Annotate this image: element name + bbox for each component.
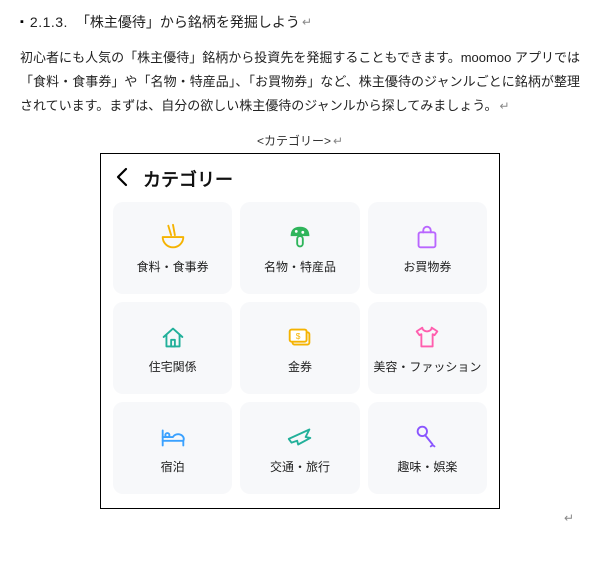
section-heading: ▪ 2.1.3. 「株主優待」から銘柄を発掘しよう ↵: [20, 12, 580, 32]
tshirt-icon: [412, 322, 442, 352]
back-icon[interactable]: [115, 167, 129, 191]
cash-voucher-icon: $: [285, 322, 315, 352]
trailing-return-mark: ↵: [20, 511, 580, 525]
document-page: ▪ 2.1.3. 「株主優待」から銘柄を発掘しよう ↵ 初心者にも人気の「株主優…: [0, 0, 600, 549]
screenshot-header: カテゴリー: [101, 154, 499, 200]
microphone-icon: [412, 422, 442, 452]
category-grid: 食料・食事券 名物・特産品 お買物券住宅関係 $ 金券 美容・ファッション宿泊 交通・旅行 趣…: [101, 200, 499, 508]
screenshot-wrapper: カテゴリー 食料・食事券 名物・特産品 お買物券住宅関係 $ 金券 美容・ファッション宿泊…: [20, 153, 580, 509]
section-title: 「株主優待」から銘柄を発掘しよう: [76, 12, 300, 32]
category-tile-food[interactable]: 食料・食事券: [113, 202, 232, 294]
category-tile-housing[interactable]: 住宅関係: [113, 302, 232, 394]
svg-text:$: $: [296, 331, 301, 341]
category-tile-travel[interactable]: 交通・旅行: [240, 402, 359, 494]
category-label: 宿泊: [161, 460, 185, 475]
paragraph-text: 初心者にも人気の「株主優待」銘柄から投資先を発掘することもできます。moomoo…: [20, 50, 580, 113]
body-paragraph: 初心者にも人気の「株主優待」銘柄から投資先を発掘することもできます。moomoo…: [20, 46, 580, 118]
category-label: 交通・旅行: [270, 460, 330, 475]
category-tile-beauty[interactable]: 美容・ファッション: [368, 302, 487, 394]
airplane-icon: [285, 422, 315, 452]
shopping-bag-icon: [412, 222, 442, 252]
category-label: 美容・ファッション: [373, 360, 481, 375]
app-screenshot: カテゴリー 食料・食事券 名物・特産品 お買物券住宅関係 $ 金券 美容・ファッション宿泊…: [100, 153, 500, 509]
category-tile-specialty[interactable]: 名物・特産品: [240, 202, 359, 294]
caption-text: <カテゴリー>: [257, 134, 331, 148]
section-number: 2.1.3.: [30, 14, 68, 30]
house-icon: [158, 322, 188, 352]
figure-caption: <カテゴリー>↵: [20, 132, 580, 149]
mushroom-icon: [285, 222, 315, 252]
category-tile-lodging[interactable]: 宿泊: [113, 402, 232, 494]
category-label: 住宅関係: [149, 360, 197, 375]
bed-icon: [158, 422, 188, 452]
category-tile-voucher[interactable]: $ 金券: [240, 302, 359, 394]
category-tile-hobby[interactable]: 趣味・娯楽: [368, 402, 487, 494]
category-label: お買物券: [403, 260, 451, 275]
category-tile-shopping[interactable]: お買物券: [368, 202, 487, 294]
noodle-bowl-icon: [158, 222, 188, 252]
return-mark: ↵: [333, 134, 343, 148]
return-mark: ↵: [302, 15, 312, 29]
screenshot-title: カテゴリー: [143, 166, 233, 192]
category-label: 名物・特産品: [264, 260, 336, 275]
bullet-icon: ▪: [20, 16, 24, 28]
category-label: 金券: [288, 360, 312, 375]
return-mark: ↵: [500, 99, 510, 113]
category-label: 趣味・娯楽: [397, 460, 457, 475]
category-label: 食料・食事券: [137, 260, 209, 275]
